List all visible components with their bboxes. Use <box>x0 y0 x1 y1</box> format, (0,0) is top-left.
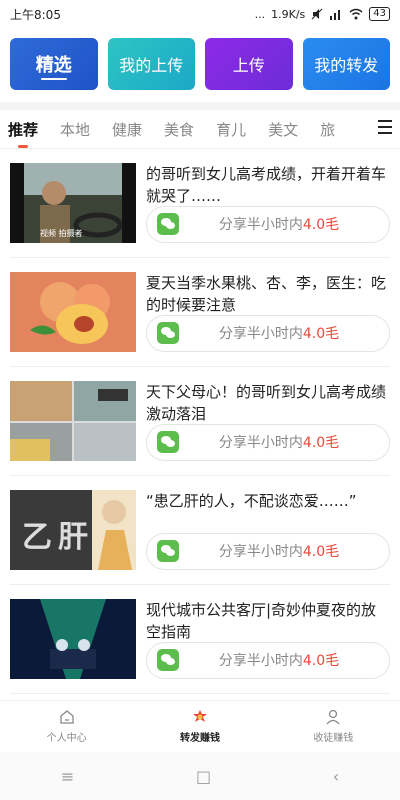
tab-health[interactable]: 健康 <box>112 119 142 140</box>
thumbnail-night-scene[interactable] <box>10 599 136 679</box>
feed-item[interactable]: 视频 拍摄者 的哥听到女儿高考成绩，开着开着车就哭了…… 分享半小时内4.0毛 <box>10 149 390 258</box>
nav-personal-center-label: 个人中心 <box>46 733 87 744</box>
share-amount: 4.0毛 <box>302 544 340 561</box>
system-navigation-bar: ≡ □ ‹ <box>0 752 400 800</box>
feed-item[interactable]: 天下父母心！的哥听到女儿高考成绩激动落泪 分享半小时内4.0毛 <box>10 367 390 476</box>
featured-button-label: 精选 <box>35 55 72 76</box>
tab-recommended[interactable]: 推荐 <box>8 119 38 140</box>
system-home-icon[interactable]: □ <box>196 767 211 786</box>
share-label: 分享半小时内 <box>218 544 303 561</box>
home-outline-icon <box>60 710 74 724</box>
feed-item[interactable]: 夏天当季水果桃、杏、李，医生：吃的时候要注意 分享半小时内4.0毛 <box>10 258 390 367</box>
wifi-icon <box>349 8 363 20</box>
share-amount: 4.0毛 <box>302 217 340 234</box>
my-uploads-label: 我的上传 <box>119 56 184 75</box>
feed-item[interactable]: 乙肝 “患乙肝的人，不配谈恋爱……” 分享半小时内4.0毛 <box>10 476 390 585</box>
article-title[interactable]: 的哥听到女儿高考成绩，开着开着车就哭了…… <box>146 163 390 206</box>
share-label: 分享半小时内 <box>218 653 303 670</box>
thumbnail-hepatitis[interactable]: 乙肝 <box>10 490 136 570</box>
article-feed: 视频 拍摄者 的哥听到女儿高考成绩，开着开着车就哭了…… 分享半小时内4.0毛 … <box>0 149 400 694</box>
wechat-icon <box>157 649 179 672</box>
share-button[interactable]: 分享半小时内4.0毛 <box>146 423 390 461</box>
my-uploads-button[interactable]: 我的上传 <box>107 38 195 90</box>
nav-recruit-earn-label: 收徒赚钱 <box>313 733 354 744</box>
battery-icon: 43 <box>369 7 390 21</box>
my-shares-button[interactable]: 我的转发 <box>302 38 390 90</box>
article-title[interactable]: 现代城市公共客厅|奇妙仲夏夜的放空指南 <box>146 599 390 642</box>
article-title[interactable]: 夏天当季水果桃、杏、李，医生：吃的时候要注意 <box>146 272 390 315</box>
status-bar: 上午8:05 ... 1.9K/s 43 <box>0 0 400 28</box>
tab-essays[interactable]: 美文 <box>268 119 298 140</box>
signal-icon <box>330 10 341 20</box>
status-indicators: ... 1.9K/s 43 <box>255 7 390 21</box>
tab-food[interactable]: 美食 <box>164 119 194 140</box>
share-button[interactable]: 分享半小时内4.0毛 <box>146 532 390 570</box>
thumbnail-caption: 乙肝 <box>22 520 94 555</box>
thumbnail-peaches[interactable] <box>10 272 136 352</box>
tab-local[interactable]: 本地 <box>60 119 90 140</box>
bottom-navigation: 个人中心 转发赚钱 收徒赚钱 <box>0 700 400 751</box>
article-title[interactable]: “患乙肝的人，不配谈恋爱……” <box>146 490 390 533</box>
feed-item[interactable]: 现代城市公共客厅|奇妙仲夏夜的放空指南 分享半小时内4.0毛 <box>10 585 390 694</box>
share-label: 分享半小时内 <box>218 326 303 343</box>
tab-travel[interactable]: 旅 <box>320 119 335 140</box>
tab-parenting[interactable]: 育儿 <box>216 119 246 140</box>
nav-personal-center[interactable]: 个人中心 <box>0 701 133 751</box>
system-menu-icon[interactable]: ≡ <box>61 767 74 786</box>
share-label: 分享半小时内 <box>218 217 303 234</box>
upload-label: 上传 <box>232 56 265 75</box>
share-amount: 4.0毛 <box>302 653 340 670</box>
wechat-icon <box>157 322 179 345</box>
article-title[interactable]: 天下父母心！的哥听到女儿高考成绩激动落泪 <box>146 381 390 424</box>
upload-button[interactable]: 上传 <box>205 38 293 90</box>
nav-recruit-earn[interactable]: 收徒赚钱 <box>267 701 400 751</box>
my-shares-label: 我的转发 <box>314 56 379 75</box>
wechat-icon <box>157 431 179 454</box>
menu-icon[interactable] <box>378 120 392 134</box>
network-speed: 1.9K/s <box>271 7 306 21</box>
share-amount: 4.0毛 <box>302 435 340 452</box>
status-time: 上午8:05 <box>10 7 61 22</box>
nav-share-earn-label: 转发赚钱 <box>179 733 220 744</box>
share-label: 分享半小时内 <box>218 435 303 452</box>
status-dots: ... <box>254 7 266 21</box>
thumbnail-taxi-driver[interactable]: 视频 拍摄者 <box>10 163 136 243</box>
share-earn-icon <box>192 710 207 722</box>
wechat-icon <box>157 213 179 236</box>
share-button[interactable]: 分享半小时内4.0毛 <box>146 205 390 243</box>
share-button[interactable]: 分享半小时内4.0毛 <box>146 641 390 679</box>
wechat-icon <box>157 540 179 563</box>
category-tabs: 推荐 本地 健康 美食 育儿 美文 旅 <box>0 110 400 149</box>
featured-button[interactable]: 精选 <box>10 38 98 90</box>
thumbnail-caption: 视频 拍摄者 <box>40 229 83 238</box>
share-button[interactable]: 分享半小时内4.0毛 <box>146 314 390 352</box>
nav-share-earn[interactable]: 转发赚钱 <box>133 701 266 751</box>
system-back-icon[interactable]: ‹ <box>333 767 339 786</box>
share-amount: 4.0毛 <box>302 326 340 343</box>
silent-icon <box>311 8 323 20</box>
thumbnail-collage[interactable] <box>10 381 136 461</box>
section-divider <box>0 102 400 110</box>
top-action-buttons: 精选 我的上传 上传 我的转发 <box>0 28 400 102</box>
person-icon <box>326 709 340 725</box>
featured-underline <box>40 78 67 80</box>
